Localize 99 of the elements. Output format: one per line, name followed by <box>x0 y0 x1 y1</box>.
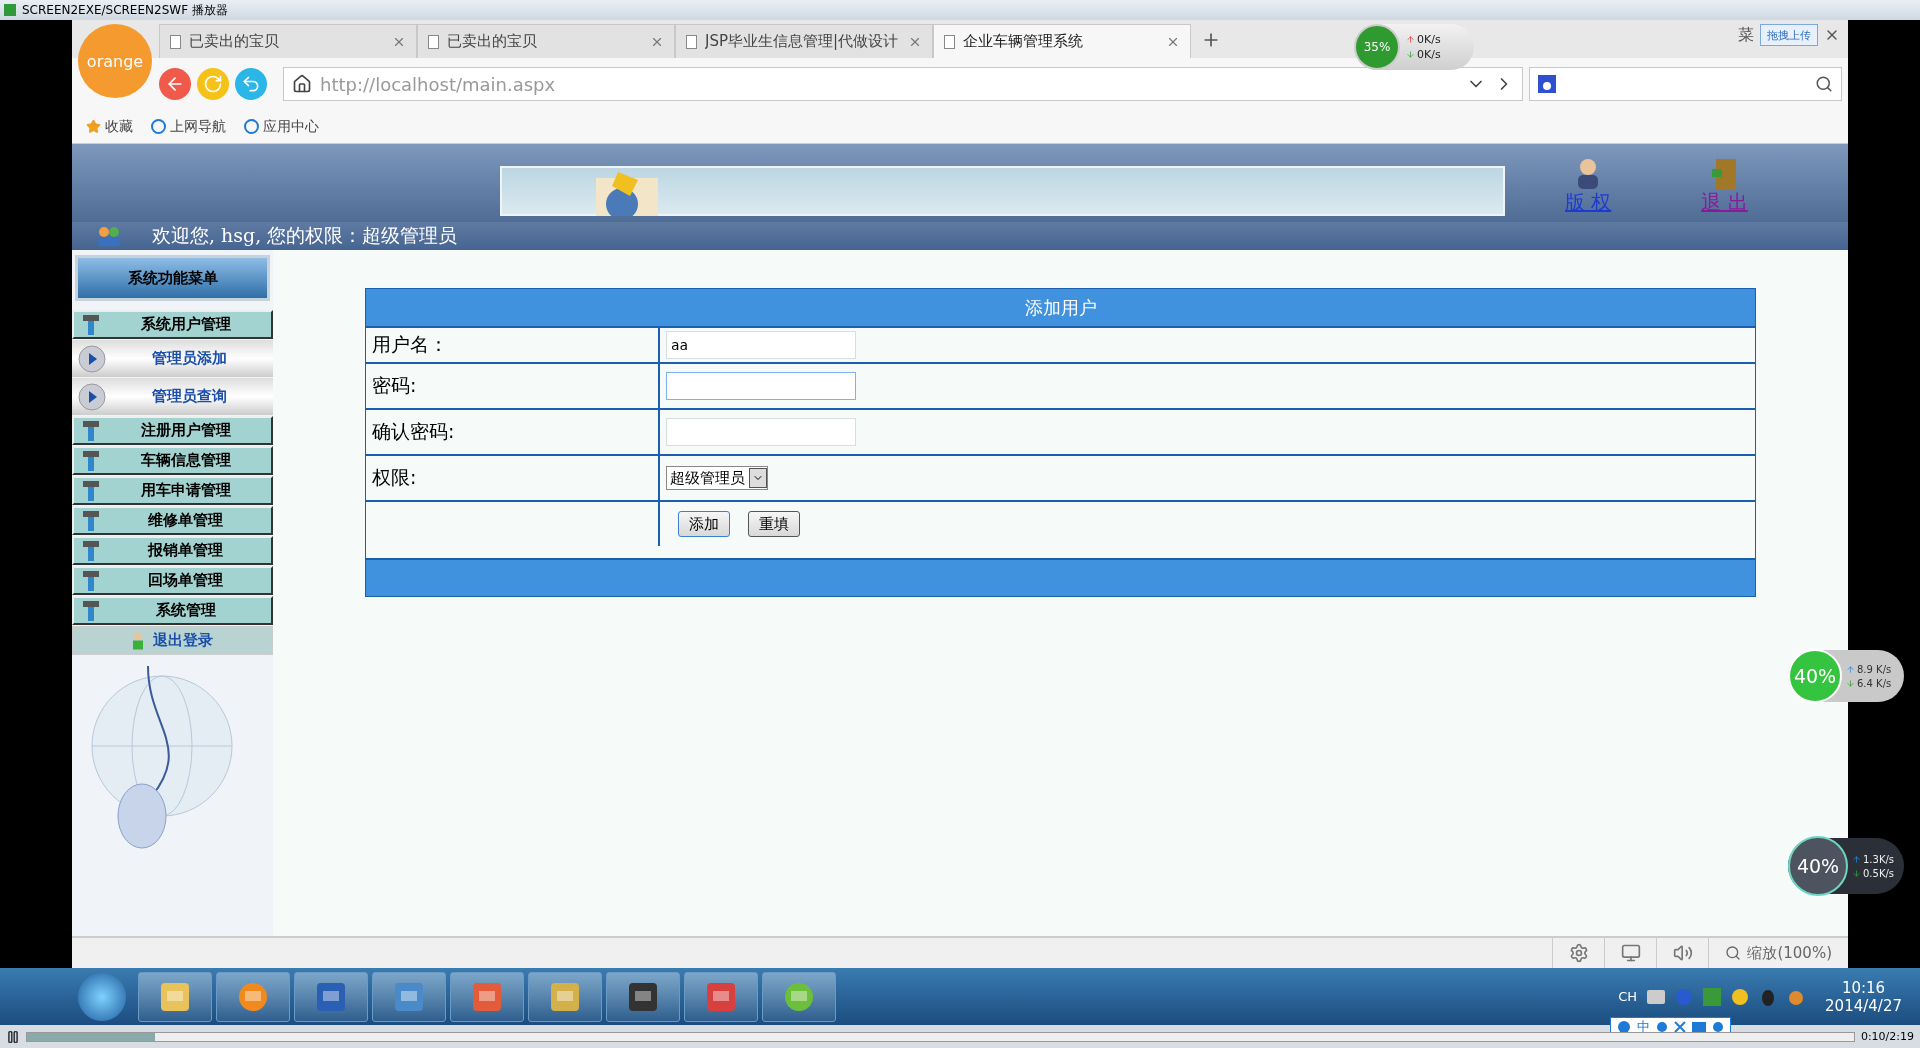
menu-item[interactable]: 回场单管理 <box>72 566 273 595</box>
settings-icon <box>1568 943 1589 963</box>
hammer-icon <box>82 569 100 592</box>
page-icon <box>944 34 955 49</box>
browser-tab[interactable]: 企业车辆管理系统 <box>933 24 1191 58</box>
hammer-icon <box>82 449 100 472</box>
browser-tab[interactable]: 已卖出的宝贝 <box>417 24 675 58</box>
hammer-icon <box>82 419 100 442</box>
form-title: 添加用户 <box>366 289 1755 326</box>
tab-title: 企业车辆管理系统 <box>963 32 1084 51</box>
progress-track[interactable] <box>26 1031 1855 1042</box>
play-circle-icon <box>78 382 106 411</box>
taskbar-app[interactable] <box>606 971 680 1022</box>
player-icon <box>4 4 16 16</box>
back-button[interactable] <box>159 68 191 100</box>
search-icon[interactable] <box>1815 75 1833 93</box>
speed-widget[interactable]: 35% 0K/s 0K/s <box>1354 24 1474 70</box>
start-button[interactable] <box>78 972 126 1021</box>
pause-icon[interactable] <box>6 1029 20 1044</box>
menu-title: 系统功能菜单 <box>75 255 270 301</box>
upload-arrow-icon <box>1852 854 1861 864</box>
add-button[interactable]: 添加 <box>678 511 730 537</box>
download-speed: 0K/s <box>1417 48 1441 61</box>
download-arrow-icon <box>1846 678 1855 688</box>
home-icon[interactable] <box>292 74 312 94</box>
taskbar-app[interactable] <box>372 971 446 1022</box>
monitor-icon <box>1620 943 1641 963</box>
password-field[interactable] <box>666 372 856 400</box>
browser-tab[interactable]: 已卖出的宝贝 <box>159 24 417 58</box>
network-widget[interactable]: 40% 1.3K/s 0.5K/s <box>1788 838 1904 894</box>
window-title: SCREEN2EXE/SCREEN2SWF 播放器 <box>22 1 228 19</box>
hammer-icon <box>82 599 100 622</box>
menu-item[interactable]: 系统用户管理 <box>72 310 273 339</box>
hammer-icon <box>82 509 100 532</box>
speed-meter: 35% <box>1354 24 1400 70</box>
person-icon <box>132 631 143 650</box>
taskbar-app[interactable] <box>684 971 758 1022</box>
upload-arrow-icon <box>1406 35 1415 44</box>
tab-title: 已卖出的宝贝 <box>189 32 280 51</box>
clock[interactable]: 10:16 2014/4/27 <box>1825 978 1902 1015</box>
download-speed: 6.4 K/s <box>1857 677 1892 689</box>
menu-item[interactable]: 系统管理 <box>72 596 273 625</box>
role-select[interactable]: 超级管理员 <box>666 466 768 490</box>
scissors-icon <box>1674 1020 1687 1033</box>
username-field[interactable]: aa <box>666 331 856 359</box>
upload-arrow-icon <box>1846 664 1855 674</box>
taskbar-app[interactable] <box>762 971 836 1022</box>
hammer-icon <box>82 479 100 502</box>
bookmark-link[interactable]: 上网导航 <box>151 117 226 136</box>
keyboard-icon <box>1692 1021 1707 1032</box>
star-icon <box>86 119 101 134</box>
submenu-item[interactable]: 管理员添加 <box>72 340 273 377</box>
taskbar-app[interactable] <box>450 971 524 1022</box>
undo-icon <box>241 74 261 94</box>
search-field[interactable] <box>1529 67 1842 101</box>
network-widget[interactable]: 40% 8.9 K/s 6.4 K/s <box>1788 650 1904 702</box>
upload-speed: 8.9 K/s <box>1857 663 1892 675</box>
hammer-icon <box>82 313 100 336</box>
menu-item[interactable]: 报销单管理 <box>72 536 273 565</box>
upload-button[interactable]: 拖拽上传 <box>1760 24 1818 46</box>
refresh-icon <box>203 74 223 94</box>
undo-button[interactable] <box>235 68 267 100</box>
taskbar-app[interactable] <box>294 971 368 1022</box>
upload-speed: 0K/s <box>1417 33 1441 46</box>
play-circle-icon <box>78 344 106 373</box>
address-text: http://localhost/main.aspx <box>320 73 557 95</box>
volume-icon <box>1672 943 1693 963</box>
browser-tab[interactable]: JSP毕业生信息管理|代做设计 <box>675 24 933 58</box>
download-arrow-icon <box>1852 868 1861 878</box>
bookmark-link[interactable]: 收藏 <box>86 117 133 136</box>
tab-title: 已卖出的宝贝 <box>447 32 538 51</box>
playback-time: 0:10/2:19 <box>1860 1030 1914 1043</box>
taskbar-app[interactable] <box>138 971 212 1022</box>
search-icon <box>1725 945 1742 961</box>
page-icon <box>686 34 697 49</box>
reset-button[interactable]: 重填 <box>748 511 800 537</box>
page-icon <box>428 34 439 49</box>
taskbar-app[interactable] <box>216 971 290 1022</box>
logout-link[interactable]: 退出登录 <box>72 626 273 655</box>
menu-item[interactable]: 维修单管理 <box>72 506 273 535</box>
page-icon <box>170 34 181 49</box>
welcome-text: 欢迎您, hsg, 您的权限：超级管理员 <box>152 223 458 248</box>
ime-mode[interactable]: 中 <box>1637 1017 1651 1036</box>
language-indicator[interactable]: CH <box>1618 989 1638 1004</box>
users-icon <box>96 226 122 246</box>
bookmark-link[interactable]: 应用中心 <box>244 117 319 136</box>
submenu-item[interactable]: 管理员查询 <box>72 378 273 415</box>
upload-speed: 1.3K/s <box>1863 853 1895 865</box>
menu-item[interactable]: 用车申请管理 <box>72 476 273 505</box>
tab-title: JSP毕业生信息管理|代做设计 <box>705 32 900 51</box>
menu-item[interactable]: 车辆信息管理 <box>72 446 273 475</box>
taskbar-app[interactable] <box>528 971 602 1022</box>
menu-item[interactable]: 注册用户管理 <box>72 416 273 445</box>
keyboard-icon[interactable] <box>1647 989 1666 1004</box>
password-field[interactable] <box>666 418 856 446</box>
hammer-icon <box>82 539 100 562</box>
menu-label[interactable]: 菜 <box>1738 24 1754 46</box>
download-arrow-icon <box>1406 50 1415 59</box>
download-speed: 0.5K/s <box>1863 867 1895 879</box>
